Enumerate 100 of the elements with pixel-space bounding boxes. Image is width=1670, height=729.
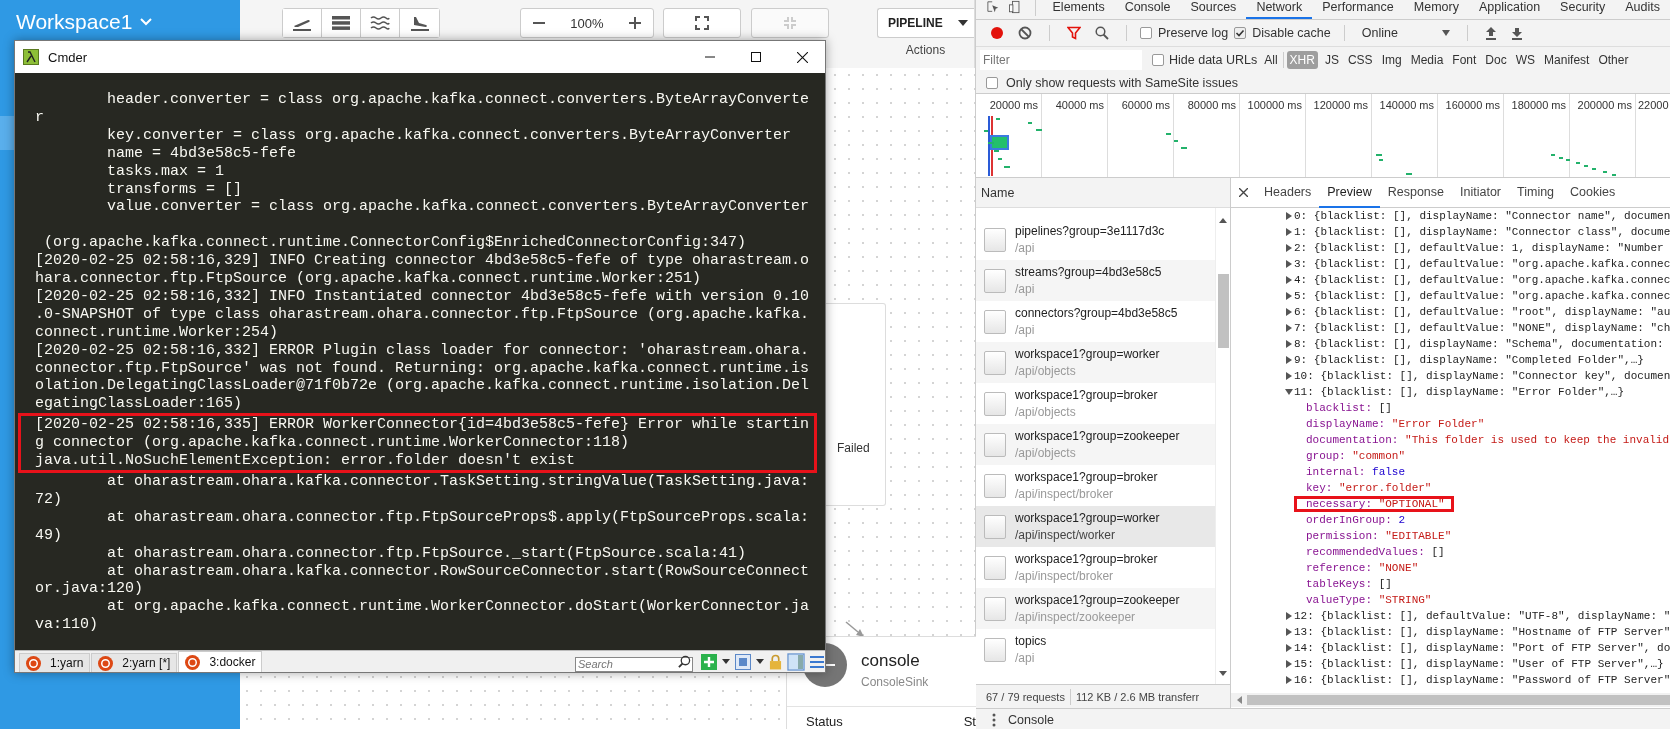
close-icon[interactable] [1239, 188, 1248, 197]
tree-item[interactable]: 13: {blacklist: [], displayName: "Hostname of FTP Server" [1294, 624, 1670, 640]
type-filter-button[interactable]: Other [1596, 51, 1631, 69]
detail-tab[interactable]: Initiator [1452, 177, 1509, 208]
scroll-left-icon[interactable] [1237, 696, 1242, 704]
upload-icon[interactable] [1484, 26, 1497, 40]
devtools-tab[interactable]: Application [1468, 0, 1551, 19]
chevron-down-icon[interactable] [140, 18, 153, 26]
clear-icon[interactable] [1018, 26, 1032, 40]
node-card[interactable]: Failed [826, 303, 886, 506]
checkbox[interactable] [1234, 27, 1247, 39]
detail-tab[interactable]: Cookies [1562, 177, 1624, 208]
tree-item[interactable]: 0: {blacklist: [], displayName: "Connector name", documen [1294, 208, 1670, 224]
detail-tab[interactable]: Timing [1509, 177, 1563, 208]
menu-icon[interactable] [810, 655, 824, 668]
node-card[interactable]: console ConsoleSink Status St [786, 636, 976, 729]
tree-item[interactable]: 8: {blacklist: [], displayName: "Schema", documentation: [1294, 336, 1664, 352]
checkbox[interactable] [1152, 54, 1164, 66]
request-row[interactable]: workspace1?group=worker /api/inspect/worker [976, 506, 1215, 547]
filter-field[interactable]: Filter [980, 50, 1142, 70]
type-filter-button[interactable]: Media [1408, 51, 1446, 69]
detail-tab[interactable]: Response [1379, 177, 1452, 208]
drawer-tab[interactable]: Console [1008, 713, 1054, 727]
request-row[interactable]: workspace1?group=zookeeper /api/objects [976, 424, 1215, 465]
tree-item[interactable]: 6: {blacklist: [], defaultValue: "root", displayName: "au [1294, 304, 1670, 320]
tree-item[interactable]: 3: {blacklist: [], defaultValue: "org.apache.kafka.connec [1294, 256, 1670, 272]
scrollbar[interactable] [1215, 208, 1230, 684]
terminal-tab[interactable]: 2:yarn [*] [91, 653, 178, 672]
expand-arrow-icon[interactable] [1286, 340, 1292, 348]
type-filter-button[interactable]: CSS [1345, 51, 1375, 69]
devtools-tab[interactable]: Audits [1615, 0, 1670, 19]
request-row[interactable]: workspace1?group=worker /api/objects [976, 342, 1215, 383]
expand-arrow-icon[interactable] [1286, 212, 1292, 220]
panel-icon[interactable] [735, 653, 751, 670]
tree-item[interactable]: 10: {blacklist: [], displayName: "Connector key", documen [1294, 368, 1670, 384]
expand-arrow-icon[interactable] [1286, 628, 1292, 636]
search-icon[interactable] [1095, 26, 1109, 40]
tree-item[interactable]: 9: {blacklist: [], displayName: "Completed Folder",…} [1294, 352, 1644, 368]
terminal-tab[interactable]: 1:yarn [19, 653, 91, 672]
scroll-up-icon[interactable] [1219, 218, 1227, 223]
type-filter-button[interactable]: Img [1379, 51, 1404, 69]
type-filter-button[interactable]: All [1262, 51, 1280, 69]
type-filter-button[interactable]: Manifest [1542, 51, 1592, 69]
type-filter-button[interactable]: Doc [1483, 51, 1509, 69]
devtools-tab[interactable]: Memory [1403, 0, 1469, 19]
tree-item[interactable]: 16: {blacklist: [], displayName: "Password of FTP Server" [1294, 672, 1670, 688]
devtools-tab[interactable]: Security [1550, 0, 1616, 19]
request-row[interactable]: workspace1?group=zookeeper /api/inspect/zookeeper [976, 588, 1215, 629]
type-filter-button[interactable]: Font [1450, 51, 1479, 69]
tree-item[interactable]: 4: {blacklist: [], defaultValue: "org.apache.kafka.connec [1294, 272, 1670, 288]
terminal-tab[interactable]: 3:docker [178, 651, 263, 672]
expand-arrow-icon[interactable] [1286, 356, 1292, 364]
tree-item[interactable]: 5: {blacklist: [], defaultValue: "org.apache.kafka.connec [1294, 288, 1670, 304]
expand-arrow-icon[interactable] [1286, 324, 1292, 332]
expand-arrow-icon[interactable] [1286, 292, 1292, 300]
detail-tab[interactable]: Preview [1319, 177, 1380, 208]
expand-arrow-icon[interactable] [1286, 612, 1292, 620]
expand-arrow-icon[interactable] [1286, 228, 1292, 236]
inspect-icon[interactable] [987, 0, 1000, 14]
tree-item[interactable]: 14: {blacklist: [], displayName: "Port of FTP Server", do [1294, 640, 1670, 656]
expand-arrow-icon[interactable] [1286, 644, 1292, 652]
toolbar-button[interactable] [283, 9, 322, 37]
expand-arrow-icon[interactable] [1286, 372, 1292, 380]
expand-arrow-icon[interactable] [1286, 276, 1292, 284]
expand-arrow-icon[interactable] [1285, 389, 1293, 395]
scrollbar-thumb[interactable] [1217, 274, 1229, 348]
devtools-tab[interactable]: Console [1114, 0, 1181, 19]
filter-icon[interactable] [1067, 26, 1081, 40]
search-field[interactable]: Search [575, 656, 693, 672]
fit-view-button[interactable] [662, 8, 741, 38]
tree-item[interactable]: 1: {blacklist: [], displayName: "Connector class", docume [1294, 224, 1670, 240]
checkbox[interactable] [986, 77, 998, 89]
detail-tab[interactable]: Headers [1256, 177, 1320, 208]
type-filter-button[interactable]: WS [1513, 51, 1538, 69]
scrollbar[interactable] [1231, 693, 1670, 707]
request-row[interactable]: streams?group=4bd3e58c5 /api [976, 260, 1215, 301]
devtools-tab[interactable]: Elements [1042, 0, 1115, 19]
download-icon[interactable] [1510, 26, 1523, 40]
devtools-tab[interactable]: Performance [1312, 0, 1404, 19]
tree-item[interactable]: 15: {blacklist: [], displayName: "User of FTP Server",…} [1294, 656, 1664, 672]
expand-arrow-icon[interactable] [1286, 308, 1292, 316]
caret-down-icon[interactable] [756, 659, 764, 664]
pipeline-dropdown[interactable]: PIPELINE [877, 8, 974, 38]
device-icon[interactable] [1009, 0, 1020, 14]
devtools-tab[interactable]: Sources [1180, 0, 1247, 19]
tree-item[interactable]: 7: {blacklist: [], defaultValue: "NONE", displayName: "ch [1294, 320, 1670, 336]
checkbox[interactable] [1140, 27, 1152, 39]
record-icon[interactable] [990, 26, 1004, 40]
throttling-dropdown[interactable]: Online [1357, 26, 1454, 40]
caret-down-icon[interactable] [722, 659, 730, 664]
tree-item[interactable]: 11: {blacklist: [], displayName: "Error Folder",…} [1294, 384, 1625, 400]
tree-item[interactable]: 2: {blacklist: [], defaultValue: 1, displayName: "Number [1294, 240, 1664, 256]
expand-arrow-icon[interactable] [1286, 660, 1292, 668]
expand-arrow-icon[interactable] [1286, 676, 1292, 684]
more-options-icon[interactable] [992, 713, 996, 727]
scrollbar-thumb[interactable] [1247, 695, 1670, 705]
tree-item[interactable]: 12: {blacklist: [], defaultValue: "UTF-8", displayName: " [1294, 608, 1670, 624]
expand-arrow-icon[interactable] [1286, 244, 1292, 252]
scroll-down-icon[interactable] [1219, 671, 1227, 676]
column-header[interactable]: Name [976, 178, 1230, 208]
